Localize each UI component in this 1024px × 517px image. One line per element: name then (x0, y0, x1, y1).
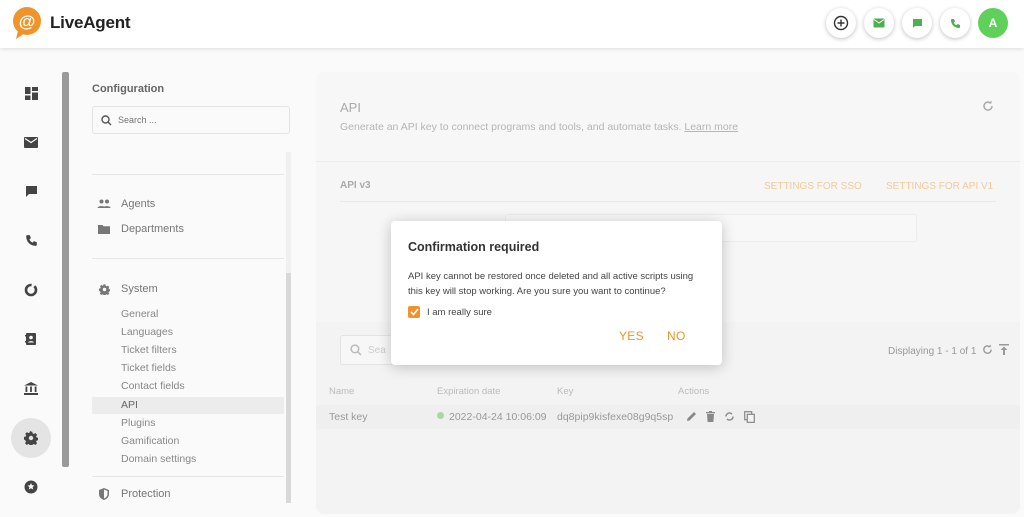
logo[interactable]: @ LiveAgent (10, 6, 131, 40)
new-email-button[interactable] (864, 8, 894, 38)
avatar[interactable]: A (978, 8, 1008, 38)
no-button[interactable]: NO (667, 329, 686, 343)
confirm-checkbox-row[interactable]: I am really sure (408, 306, 492, 318)
check-icon (409, 308, 419, 316)
phone-icon (950, 18, 960, 28)
new-call-button[interactable] (940, 8, 970, 38)
top-actions: A (826, 8, 1008, 38)
logo-text: LiveAgent (50, 13, 131, 32)
chat-icon (912, 18, 922, 28)
liveagent-logo-icon: @ (10, 6, 46, 40)
confirm-checkbox-label: I am really sure (427, 306, 492, 318)
top-bar: @ LiveAgent A (0, 0, 1024, 48)
svg-text:@: @ (19, 12, 36, 31)
yes-button[interactable]: YES (619, 329, 644, 343)
dialog-message: API key cannot be restored once deleted … (408, 271, 694, 297)
confirm-checkbox[interactable] (408, 306, 420, 318)
mail-icon (873, 18, 885, 28)
new-chat-button[interactable] (902, 8, 932, 38)
dialog-title: Confirmation required (408, 240, 540, 254)
confirmation-dialog: Confirmation required API key cannot be … (391, 221, 722, 365)
plus-circle-icon (833, 15, 849, 31)
add-button[interactable] (826, 8, 856, 38)
